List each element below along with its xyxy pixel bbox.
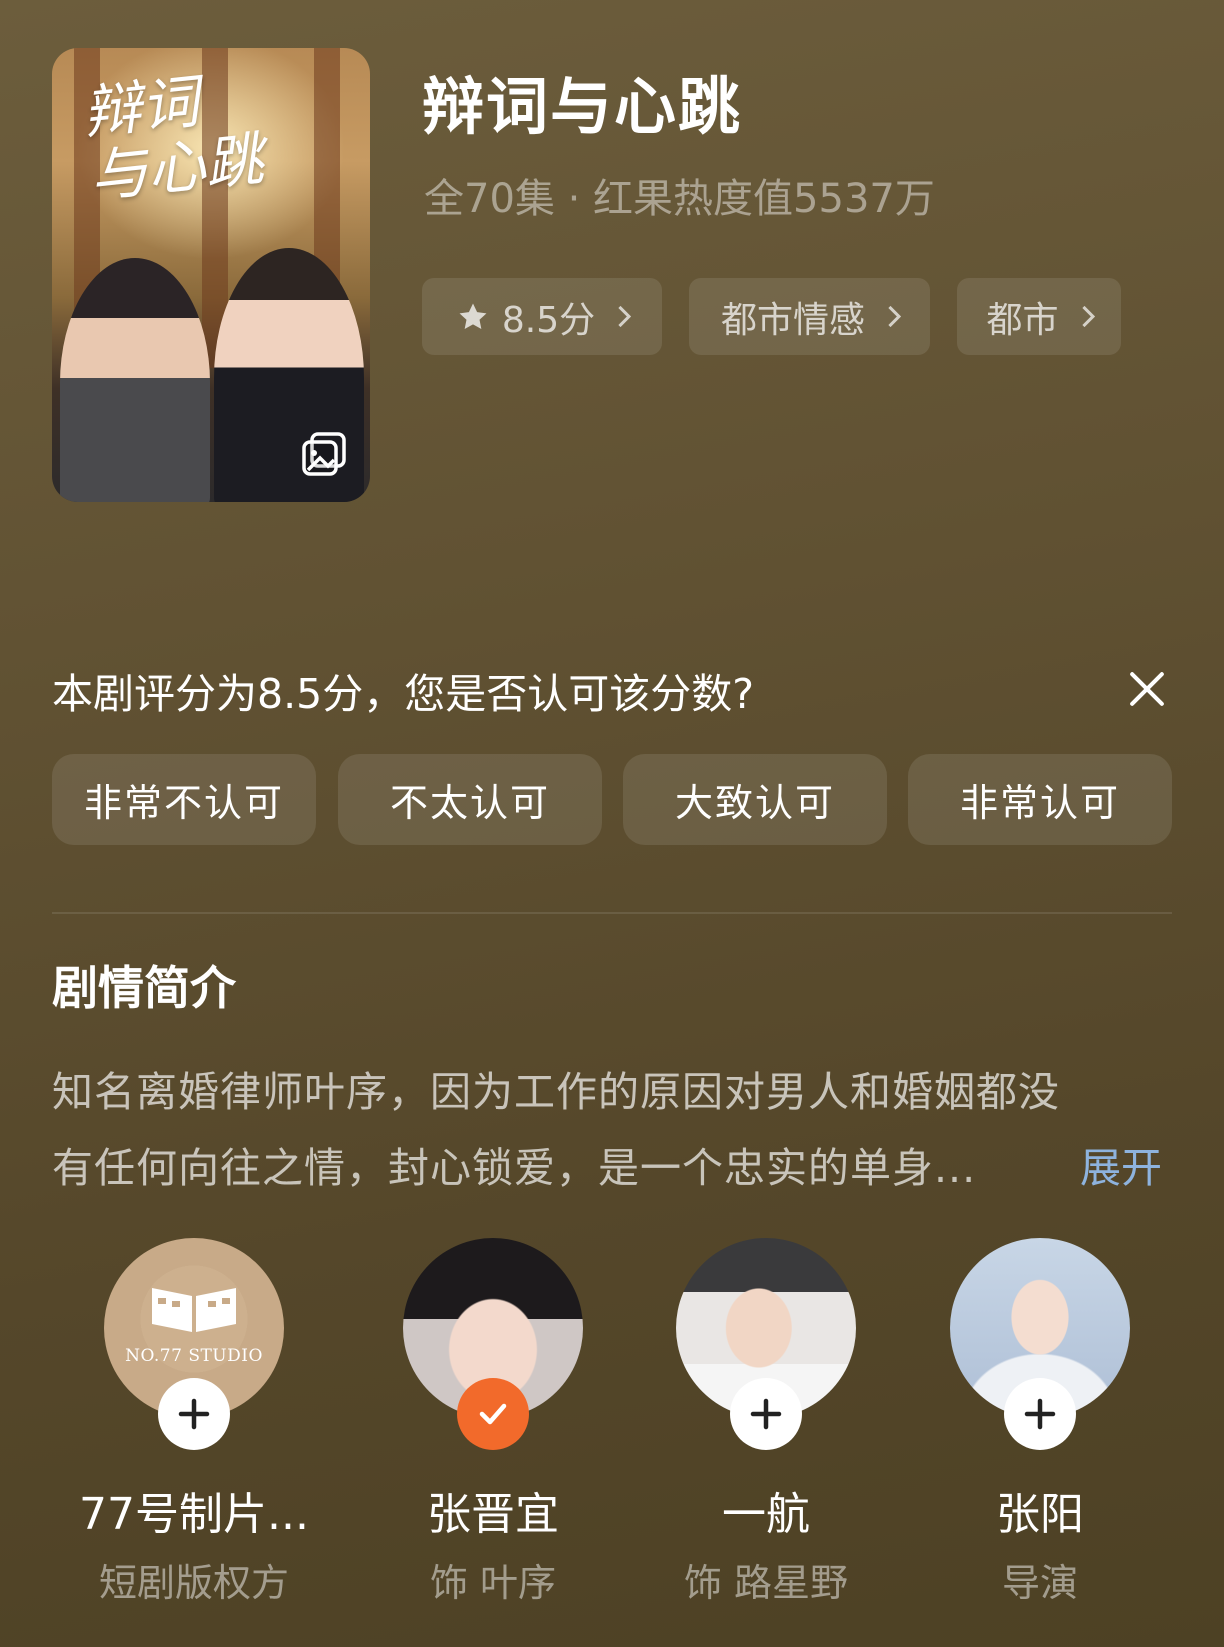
rating-question: 本剧评分为8.5分，您是否认可该分数? bbox=[52, 670, 754, 718]
film-logo-icon bbox=[152, 1288, 236, 1332]
follow-plus-icon[interactable] bbox=[158, 1378, 230, 1450]
rating-option-agree[interactable]: 大致认可 bbox=[623, 754, 887, 845]
cast-role: 导演 bbox=[1001, 1561, 1078, 1605]
rating-option-strongly-disagree[interactable]: 非常不认可 bbox=[52, 754, 316, 845]
cast-name[interactable]: 77号制片... bbox=[54, 1478, 334, 1542]
cast-role: 短剧版权方 bbox=[98, 1561, 289, 1605]
chevron-right-icon bbox=[879, 305, 902, 328]
rating-option-strongly-agree[interactable]: 非常认可 bbox=[908, 754, 1172, 845]
show-meta: 全70集 · 红果热度值5537万 bbox=[424, 176, 935, 222]
synopsis-text-line: 有任何向往之情，封心锁爱，是一个忠实的单身... bbox=[52, 1144, 977, 1192]
poster-image[interactable]: 辩词 与心跳 bbox=[52, 48, 370, 502]
genre-chip-label: 都市 bbox=[986, 299, 1059, 341]
follow-plus-icon[interactable] bbox=[1004, 1378, 1076, 1450]
divider bbox=[52, 912, 1172, 914]
synopsis-text-line: 知名离婚律师叶序，因为工作的原因对男人和婚姻都没 bbox=[52, 1068, 1060, 1116]
cast-role: 饰 路星野 bbox=[683, 1561, 849, 1605]
rating-chip[interactable]: 8.5分 bbox=[422, 278, 662, 355]
followed-check-icon[interactable] bbox=[457, 1378, 529, 1450]
chevron-right-icon bbox=[610, 305, 632, 328]
cast-name[interactable]: 张阳 bbox=[900, 1478, 1180, 1542]
chevron-right-icon bbox=[1073, 305, 1095, 328]
cast-name[interactable]: 张晋宜 bbox=[353, 1478, 633, 1542]
poster-title-art: 辩词 与心跳 bbox=[79, 67, 267, 211]
rating-option-disagree[interactable]: 不太认可 bbox=[338, 754, 602, 845]
synopsis-heading: 剧情简介 bbox=[52, 961, 236, 1015]
close-icon[interactable] bbox=[1126, 668, 1166, 708]
cast-role: 饰 叶序 bbox=[429, 1561, 557, 1605]
genre-chip-label: 都市情感 bbox=[720, 299, 865, 341]
star-icon bbox=[459, 303, 487, 329]
genre-chip[interactable]: 都市 bbox=[957, 278, 1121, 355]
studio-logo-text: NO.77 STUDIO bbox=[125, 1346, 263, 1366]
rating-chip-label: 8.5分 bbox=[501, 299, 596, 341]
genre-chip[interactable]: 都市情感 bbox=[689, 278, 930, 355]
gallery-icon[interactable] bbox=[300, 430, 348, 478]
cast-name[interactable]: 一航 bbox=[626, 1478, 906, 1542]
follow-plus-icon[interactable] bbox=[730, 1378, 802, 1450]
poster-figure-male bbox=[60, 258, 210, 502]
show-title: 辩词与心跳 bbox=[422, 70, 743, 143]
expand-link[interactable]: 展开 bbox=[1080, 1134, 1162, 1194]
